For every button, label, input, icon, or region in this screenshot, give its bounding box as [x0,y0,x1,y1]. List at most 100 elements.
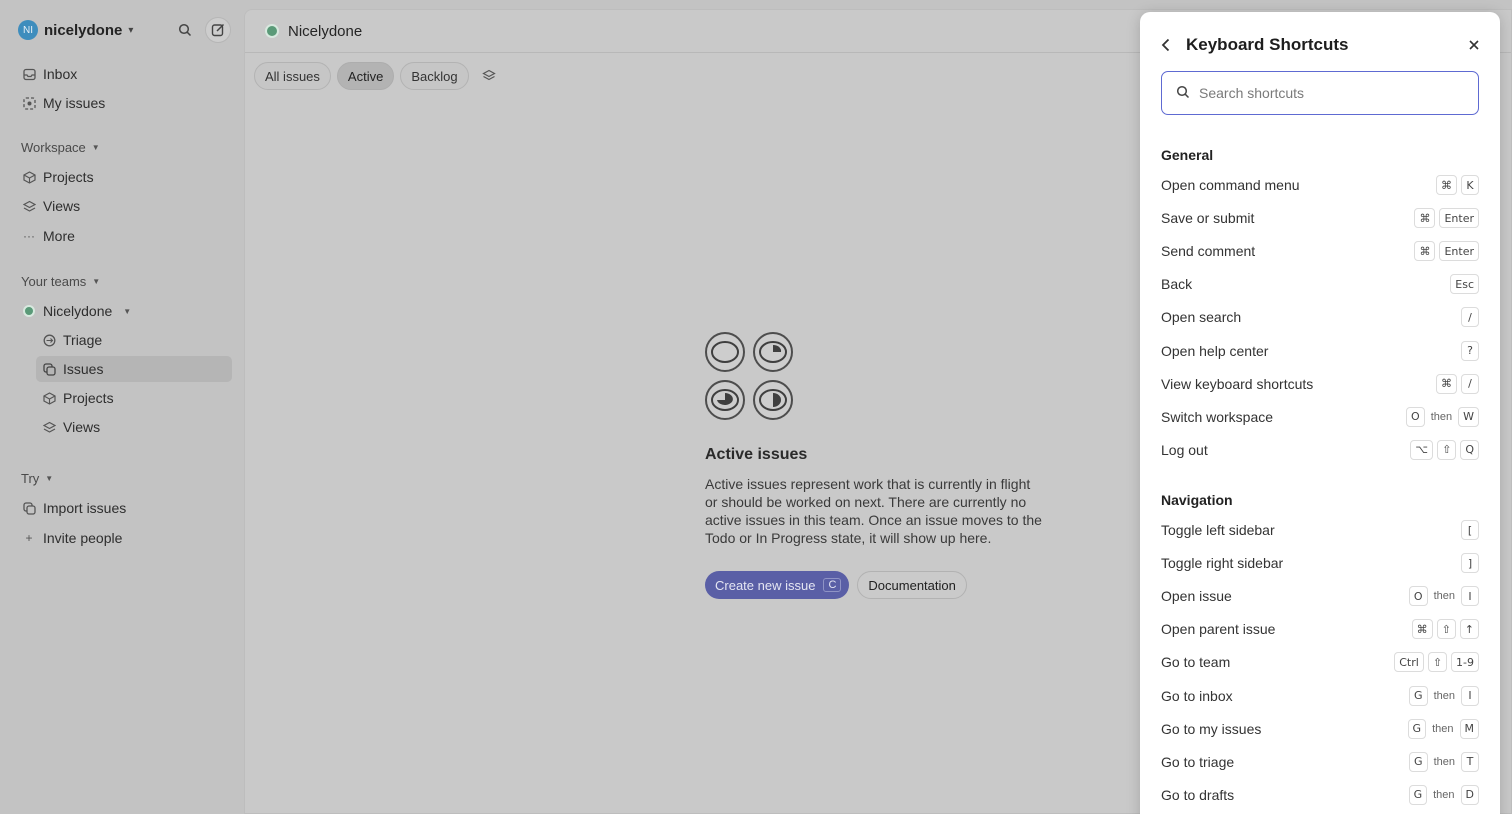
shortcut-keys: ⌘ Enter [1414,241,1479,262]
key-cap: [ [1461,520,1479,540]
empty-state-title: Active issues [705,446,808,463]
shortcut-label: Open parent issue [1161,621,1276,638]
section-your-teams[interactable]: Your teams ▼ [21,274,100,289]
sidebar-item-label: Issues [63,361,104,377]
inbox-icon [22,67,36,81]
sidebar-item-more[interactable]: ··· More [20,223,232,249]
panel-header: Keyboard Shortcuts [1156,34,1484,56]
shortcut-keys: Ctrl ⇧ 1-9 [1394,652,1479,673]
sidebar-item-label: Triage [63,332,103,348]
sidebar-item-label: Inbox [43,66,78,82]
sidebar-item-label: Projects [63,390,114,406]
status-in-progress-half-icon [753,380,793,420]
page-title: Nicelydone [288,22,363,40]
empty-state: Active issues Active issues represent wo… [705,332,1055,599]
filter-bar: All issues Active Backlog [254,62,503,90]
key-cap: ↑ [1459,619,1479,640]
shortcut-keys: / [1461,307,1479,328]
shortcut-label: Open issue [1161,588,1232,605]
tab-active[interactable]: Active [336,62,395,90]
shortcut-label: View keyboard shortcuts [1161,375,1314,392]
shortcut-label: Go to triage [1161,753,1235,770]
caret-down-icon: ▼ [91,143,100,152]
shortcut-keys: ? [1461,340,1479,361]
shortcut-row: Go to team Ctrl ⇧ 1-9 [1161,650,1479,674]
status-in-progress-three-quarter-icon [705,380,745,420]
shortcut-row: Log out ⌥ ⇧ Q [1161,438,1479,462]
key-cap: G [1409,685,1428,706]
shortcut-label: Log out [1161,441,1208,458]
key-separator: then [1432,722,1454,735]
panel-title: Keyboard Shortcuts [1186,35,1349,54]
shortcut-row: Toggle right sidebar] [1161,551,1479,575]
back-arrow-icon[interactable] [1156,35,1176,55]
sidebar-item-projects[interactable]: Projects [20,164,232,190]
shortcut-label: Open search [1161,309,1242,326]
shortcut-group-title: General [1161,147,1214,163]
sidebar-item-invite-people[interactable]: + Invite people [20,525,232,551]
sidebar-item-import-issues[interactable]: Import issues [20,495,232,521]
layers-icon[interactable] [475,62,503,90]
team-name: Nicelydone [43,303,113,319]
keyboard-shortcuts-panel: Keyboard Shortcuts General Open command m… [1140,12,1500,814]
shortcut-keys: ⌘ / [1436,373,1479,394]
key-cap: ⌘ [1436,373,1457,394]
sidebar-item-my-issues[interactable]: My issues [20,90,232,116]
shortcut-row: View keyboard shortcuts ⌘ / [1161,372,1479,396]
key-cap: Enter [1439,241,1479,262]
shortcut-label: Send comment [1161,243,1256,260]
key-cap: ⇧ [1427,652,1448,673]
sidebar-team-nicelydone[interactable]: Nicelydone ▼ [20,298,232,324]
tab-backlog[interactable]: Backlog [400,62,469,90]
sidebar-item-issues[interactable]: Issues [36,356,232,382]
key-separator: then [1433,788,1455,801]
close-icon[interactable] [1464,35,1484,55]
key-cap: Esc [1450,274,1479,295]
my-issues-icon [22,96,36,110]
shortcut-label: Back [1161,276,1193,293]
key-cap: M [1459,718,1479,739]
views-icon [42,420,56,434]
section-workspace[interactable]: Workspace ▼ [21,140,100,155]
shortcut-keys: Gthen T [1409,751,1479,772]
shortcut-label: Toggle right sidebar [1161,555,1284,572]
shortcut-keys: ] [1461,553,1479,574]
button-label: Create new issue [715,577,816,593]
key-cap: I [1461,586,1479,607]
sidebar-item-triage[interactable]: Triage [36,327,232,353]
compose-icon[interactable] [205,17,231,43]
key-cap: G [1407,718,1427,739]
key-cap: G [1409,751,1428,772]
search-shortcuts-field[interactable] [1161,71,1479,115]
search-icon[interactable] [172,17,198,43]
section-label: Your teams [21,274,87,289]
tab-all-issues[interactable]: All issues [254,62,331,90]
shortcut-label: Go to inbox [1161,687,1233,704]
documentation-button[interactable]: Documentation [857,571,967,599]
create-new-issue-button[interactable]: Create new issue C [705,571,850,599]
section-label: Workspace [21,140,86,155]
workspace-switcher[interactable]: NI nicelydone ▾ [18,19,133,41]
shortcut-keys: Esc [1450,274,1479,295]
projects-icon [42,391,56,405]
search-shortcuts-input[interactable] [1199,85,1459,101]
section-label: Try [21,471,40,486]
shortcut-keys: ⌥ ⇧ Q [1410,439,1479,460]
key-cap: G [1408,784,1428,805]
shortcut-row: Open issue Othen I [1161,584,1479,608]
shortcut-row: Go to drafts Gthen D [1161,783,1479,807]
more-icon: ··· [23,229,35,243]
workspace-avatar: NI [18,20,38,40]
key-cap: Ctrl [1394,652,1424,673]
sidebar-item-team-views[interactable]: Views [36,414,232,440]
shortcut-keys: Gthen D [1408,784,1479,805]
key-separator: then [1433,689,1455,702]
sidebar-item-team-projects[interactable]: Projects [36,385,232,411]
sidebar-item-inbox[interactable]: Inbox [20,61,232,87]
key-cap: ⌘ [1436,175,1457,195]
section-try[interactable]: Try ▼ [21,471,53,486]
caret-down-icon: ▼ [45,474,54,483]
sidebar-item-views[interactable]: Views [20,193,232,219]
import-icon [22,501,36,515]
key-cap: / [1461,373,1479,394]
